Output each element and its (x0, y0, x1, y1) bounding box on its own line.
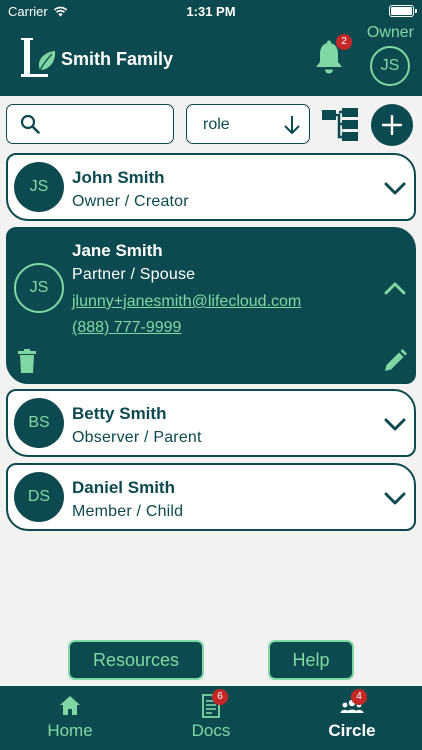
search-input[interactable] (51, 111, 166, 137)
member-name: Daniel Smith (72, 478, 175, 497)
tab-bar: Home 6 Docs 4 Circle (0, 686, 422, 750)
member-name: Betty Smith (72, 404, 167, 423)
member-card-daniel-smith[interactable]: DS Daniel Smith Member / Child (6, 463, 416, 531)
member-role: Observer / Parent (72, 429, 202, 446)
chevron-up-icon[interactable] (384, 281, 406, 295)
tab-home[interactable]: Home (0, 686, 140, 750)
tab-circle[interactable]: 4 Circle (282, 686, 422, 750)
status-bar: Carrier 1:31 PM (0, 0, 422, 22)
member-role: Partner / Spouse (72, 266, 196, 283)
family-name: Smith Family (61, 49, 174, 69)
user-avatar[interactable]: JS (370, 46, 410, 86)
toolbar: role (0, 104, 422, 146)
member-card-betty-smith[interactable]: BS Betty Smith Observer / Parent (6, 389, 416, 457)
member-role: Member / Child (72, 503, 184, 520)
clock: 1:31 PM (186, 4, 236, 19)
tab-docs[interactable]: 6 Docs (141, 686, 281, 750)
member-avatar: JS (14, 162, 64, 212)
add-member-button[interactable] (371, 104, 413, 146)
search-icon (20, 114, 40, 134)
plus-icon (382, 115, 402, 135)
role-filter-select[interactable]: role (186, 104, 310, 144)
docs-badge: 6 (212, 689, 228, 705)
tab-circle-label: Circle (328, 721, 376, 740)
pencil-icon[interactable] (383, 349, 407, 373)
trash-icon[interactable] (18, 349, 36, 373)
member-phone-link[interactable]: (888) 777-9999 (72, 319, 181, 337)
role-filter-label: role (203, 116, 230, 133)
tab-docs-label: Docs (191, 721, 231, 740)
circle-badge: 4 (351, 689, 367, 705)
member-name: Jane Smith (72, 241, 163, 260)
sort-arrow-down-icon (284, 116, 300, 134)
help-button[interactable]: Help (268, 640, 354, 680)
home-icon (60, 696, 80, 715)
chevron-down-icon[interactable] (384, 418, 406, 432)
app-header: Smith Family 2 Owner JS (0, 22, 422, 96)
tab-home-label: Home (47, 721, 93, 740)
chevron-down-icon[interactable] (384, 182, 406, 196)
notification-badge: 2 (336, 34, 352, 50)
member-name: John Smith (72, 168, 165, 187)
member-email-link[interactable]: jlunny+janesmith@lifecloud.com (72, 293, 301, 311)
lifecloud-logo (21, 38, 56, 77)
member-avatar: BS (14, 398, 64, 448)
member-avatar: DS (14, 472, 64, 522)
resources-button[interactable]: Resources (68, 640, 204, 680)
member-role: Owner / Creator (72, 193, 189, 210)
owner-label: Owner (366, 24, 414, 41)
family-tree-icon[interactable] (322, 108, 358, 142)
search-box[interactable] (6, 104, 174, 144)
member-card-john-smith[interactable]: JS John Smith Owner / Creator (6, 153, 416, 221)
member-card-jane-smith[interactable]: JS Jane Smith Partner / Spouse jlunny+ja… (6, 227, 416, 384)
chevron-down-icon[interactable] (384, 492, 406, 506)
battery-icon (389, 5, 417, 17)
member-avatar: JS (14, 263, 64, 313)
